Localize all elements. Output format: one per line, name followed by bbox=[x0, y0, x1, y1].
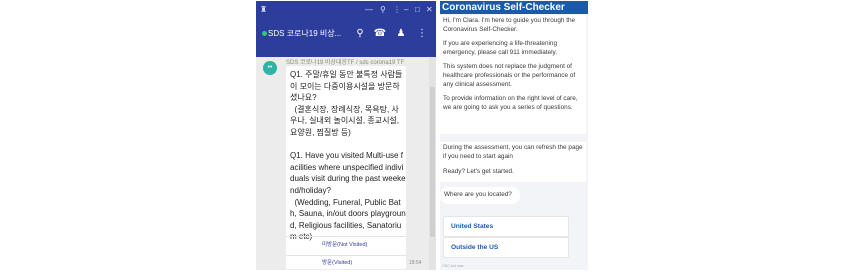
chat-title-row: SDS 코로나19 비상... ⚲ ☎ ♟ ⋮ bbox=[256, 25, 436, 47]
intro-paragraph: If you are experiencing a life-threateni… bbox=[443, 40, 558, 56]
chat-window: ♜ — ⚲ ⋮ – □ ✕ SDS 코로나19 비상... ⚲ ☎ ♟ ⋮ ••… bbox=[256, 1, 436, 270]
pin-icon[interactable]: ⚲ bbox=[380, 5, 386, 15]
bot-avatar: •• bbox=[263, 61, 277, 75]
add-member-icon[interactable]: ♟ bbox=[392, 25, 410, 43]
chat-room-title[interactable]: SDS 코로나19 비상... bbox=[268, 28, 341, 39]
more-icon[interactable]: ⋮ bbox=[393, 5, 401, 15]
option-outside-us-button[interactable]: Outside the US bbox=[443, 237, 569, 258]
intro-paragraph: This system does not replace the judgmen… bbox=[443, 63, 576, 88]
bot-message-intro: Hi, I'm Clara. I'm here to guide you thr… bbox=[440, 15, 586, 134]
frame-top-left bbox=[0, 0, 256, 1]
more-vertical-icon[interactable]: ⋮ bbox=[413, 25, 431, 43]
chat-messages: •• SDS 코로나19 비상대응TF / sds corona19 TF Q1… bbox=[256, 57, 436, 270]
choice-not-visited-button[interactable]: 미방문(Not Visited) bbox=[286, 238, 406, 252]
maximize-icon[interactable]: □ bbox=[415, 5, 420, 15]
chat-scrollbar[interactable] bbox=[429, 57, 436, 270]
app-icon: ♜ bbox=[260, 5, 268, 14]
message-sender: SDS 코로나19 비상대응TF / sds corona19 TF bbox=[286, 60, 405, 66]
choice-visited-button[interactable]: 방문(Visited) bbox=[286, 255, 406, 269]
instruction-paragraph: During the assessment, you can refresh t… bbox=[443, 144, 583, 160]
bot-message-instructions: During the assessment, you can refresh t… bbox=[440, 142, 586, 182]
self-checker-title: Coronavirus Self-Checker bbox=[442, 2, 565, 13]
minimize-icon[interactable]: — bbox=[365, 5, 373, 15]
instruction-paragraph: Ready? Let's get started. bbox=[443, 168, 514, 176]
intro-paragraph: To provide information on the right leve… bbox=[443, 95, 578, 111]
minimize-window-icon[interactable]: – bbox=[404, 5, 408, 15]
chat-header: ♜ — ⚲ ⋮ – □ ✕ SDS 코로나19 비상... ⚲ ☎ ♟ ⋮ bbox=[256, 1, 436, 57]
online-status-icon bbox=[262, 31, 267, 36]
bot-footer: CDC bot now bbox=[442, 264, 464, 268]
option-united-states-button[interactable]: United States bbox=[443, 216, 569, 237]
message-bubble: Q1. 주말/휴일 동안 불특정 사람들이 모이는 다중이용시설을 방문하셨나요… bbox=[286, 66, 406, 269]
self-checker-panel: Coronavirus Self-Checker Hi, I'm Clara. … bbox=[440, 1, 588, 270]
call-icon[interactable]: ☎ bbox=[371, 25, 389, 43]
search-icon[interactable]: ⚲ bbox=[351, 25, 369, 43]
window-titlebar: ♜ — ⚲ ⋮ – □ ✕ bbox=[256, 1, 436, 21]
divider bbox=[286, 236, 406, 237]
message-time: 18:54 bbox=[409, 260, 422, 266]
bot-message-question: Where are you located? bbox=[440, 187, 520, 204]
close-icon[interactable]: ✕ bbox=[426, 5, 433, 15]
message-text: Q1. 주말/휴일 동안 불특정 사람들이 모이는 다중이용시설을 방문하셨나요… bbox=[290, 70, 406, 241]
self-checker-header: Coronavirus Self-Checker bbox=[440, 1, 588, 14]
intro-paragraph: Hi, I'm Clara. I'm here to guide you thr… bbox=[443, 17, 576, 33]
scrollbar-thumb[interactable] bbox=[430, 87, 435, 237]
